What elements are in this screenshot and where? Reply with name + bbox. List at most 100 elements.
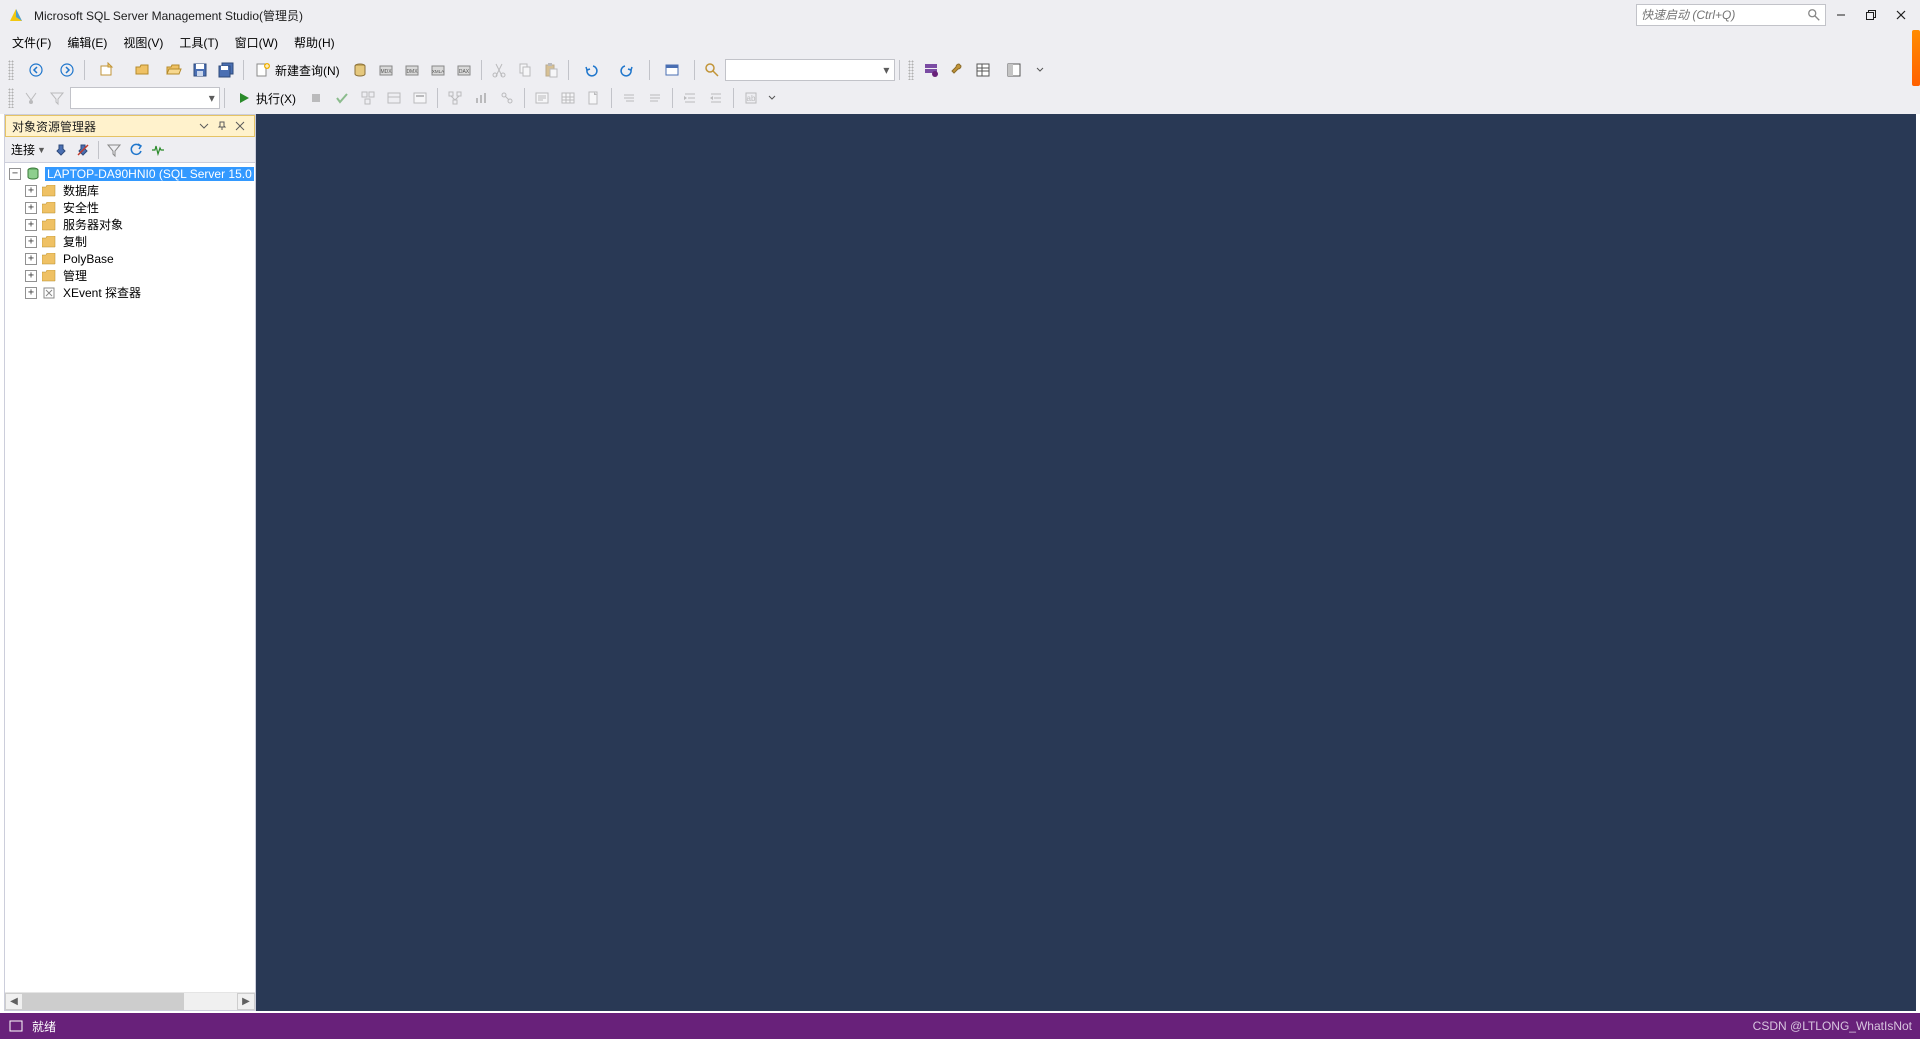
close-button[interactable] xyxy=(1886,4,1916,26)
include-live-plan-button[interactable] xyxy=(495,86,519,110)
open-dropdown-button[interactable] xyxy=(126,58,160,82)
menu-tools[interactable]: 工具(T) xyxy=(171,30,226,55)
panel-close-button[interactable] xyxy=(232,118,248,134)
tree-item-management[interactable]: + 管理 xyxy=(5,267,255,284)
dax-query-button[interactable]: DAX xyxy=(452,58,476,82)
include-plan-button[interactable] xyxy=(443,86,467,110)
database-input[interactable] xyxy=(71,91,205,105)
expand-icon[interactable]: + xyxy=(25,236,37,248)
titlebar: Microsoft SQL Server Management Studio(管… xyxy=(0,0,1920,30)
find-button[interactable] xyxy=(700,58,724,82)
filter-button[interactable] xyxy=(103,139,125,161)
pin-button[interactable] xyxy=(214,118,230,134)
uncomment-button[interactable] xyxy=(643,86,667,110)
toolbar-grip-2[interactable] xyxy=(908,60,914,80)
cut-button[interactable] xyxy=(487,58,511,82)
results-text-button[interactable] xyxy=(530,86,554,110)
menu-view[interactable]: 视图(V) xyxy=(115,30,171,55)
save-button[interactable] xyxy=(188,58,212,82)
tree-item-polybase[interactable]: + PolyBase xyxy=(5,250,255,267)
toolbar-overflow-1[interactable] xyxy=(1034,58,1046,82)
redo-button[interactable] xyxy=(610,58,644,82)
menu-help[interactable]: 帮助(H) xyxy=(286,30,343,55)
tree-item-server-objects[interactable]: + 服务器对象 xyxy=(5,216,255,233)
display-plan-button[interactable] xyxy=(356,86,380,110)
registered-servers-button[interactable] xyxy=(919,58,943,82)
scroll-right-button[interactable]: ▶ xyxy=(237,993,255,1010)
copy-button[interactable] xyxy=(513,58,537,82)
refresh-button[interactable] xyxy=(125,139,147,161)
outdent-button[interactable] xyxy=(704,86,728,110)
start-page-button[interactable] xyxy=(655,58,689,82)
database-combobox[interactable]: ▾ xyxy=(70,87,220,109)
nav-back-button[interactable] xyxy=(19,58,53,82)
intellisense-button[interactable] xyxy=(408,86,432,110)
paste-button[interactable] xyxy=(539,58,563,82)
live-stats-button[interactable] xyxy=(469,86,493,110)
connect-label[interactable]: 连接 xyxy=(9,141,37,158)
toolbar-grip[interactable] xyxy=(8,60,14,80)
tree-item-databases[interactable]: + 数据库 xyxy=(5,182,255,199)
restore-button[interactable] xyxy=(1856,4,1886,26)
find-input[interactable] xyxy=(726,63,879,77)
dmx-query-button[interactable]: DMX xyxy=(400,58,424,82)
disconnect-button[interactable] xyxy=(72,139,94,161)
object-tree[interactable]: − LAPTOP-DA90HNI0 (SQL Server 15.0 + 数据库… xyxy=(5,163,255,992)
new-query-button[interactable]: 新建查询(N) xyxy=(248,58,347,82)
scroll-thumb[interactable] xyxy=(23,993,184,1010)
expand-icon[interactable]: + xyxy=(25,287,37,299)
execute-button[interactable]: 执行(X) xyxy=(229,86,303,110)
xmla-query-button[interactable]: XMLA xyxy=(426,58,450,82)
indent-button[interactable] xyxy=(678,86,702,110)
toolbar-grip-3[interactable] xyxy=(8,88,14,108)
panel-header[interactable]: 对象资源管理器 xyxy=(5,115,255,137)
results-file-button[interactable] xyxy=(582,86,606,110)
tree-server-node[interactable]: − LAPTOP-DA90HNI0 (SQL Server 15.0 xyxy=(5,165,255,182)
open-file-button[interactable] xyxy=(162,58,186,82)
window-layout-button[interactable] xyxy=(997,58,1031,82)
expand-icon[interactable]: + xyxy=(25,270,37,282)
activity-monitor-button[interactable] xyxy=(147,139,169,161)
toolbox-button[interactable] xyxy=(945,58,969,82)
minimize-button[interactable] xyxy=(1826,4,1856,26)
quick-launch[interactable] xyxy=(1636,4,1826,26)
specify-template-button[interactable]: ab xyxy=(739,86,763,110)
expand-icon[interactable]: + xyxy=(25,185,37,197)
results-grid-button[interactable] xyxy=(556,86,580,110)
mdx-query-button[interactable]: MDX xyxy=(374,58,398,82)
find-combobox[interactable]: ▾ xyxy=(725,59,895,81)
database-engine-query-button[interactable] xyxy=(348,58,372,82)
undo-button[interactable] xyxy=(574,58,608,82)
chevron-down-icon[interactable]: ▼ xyxy=(37,145,46,155)
save-all-button[interactable] xyxy=(214,58,238,82)
expand-icon[interactable]: + xyxy=(25,253,37,265)
tree-item-replication[interactable]: + 复制 xyxy=(5,233,255,250)
parse-button[interactable] xyxy=(330,86,354,110)
svg-text:DAX: DAX xyxy=(459,69,470,75)
menu-window[interactable]: 窗口(W) xyxy=(227,30,286,55)
include-client-stats-button[interactable] xyxy=(19,86,43,110)
stop-button[interactable] xyxy=(304,86,328,110)
window-position-button[interactable] xyxy=(196,118,212,134)
quick-launch-input[interactable] xyxy=(1641,8,1807,22)
svg-text:DMX: DMX xyxy=(406,69,418,75)
expand-icon[interactable]: + xyxy=(25,219,37,231)
collapse-icon[interactable]: − xyxy=(9,168,21,180)
filter-button[interactable] xyxy=(45,86,69,110)
connect-button[interactable] xyxy=(50,139,72,161)
horizontal-scrollbar[interactable]: ◀ ▶ xyxy=(5,992,255,1010)
new-project-button[interactable] xyxy=(90,58,124,82)
toolbar-overflow-2[interactable] xyxy=(766,86,778,110)
tree-item-xevent[interactable]: + XEvent 探查器 xyxy=(5,284,255,301)
query-options-button[interactable] xyxy=(382,86,406,110)
tree-item-security[interactable]: + 安全性 xyxy=(5,199,255,216)
comment-button[interactable] xyxy=(617,86,641,110)
menu-file[interactable]: 文件(F) xyxy=(4,30,59,55)
main-document-area xyxy=(256,114,1916,1011)
expand-icon[interactable]: + xyxy=(25,202,37,214)
nav-forward-button[interactable] xyxy=(55,58,79,82)
menu-edit[interactable]: 编辑(E) xyxy=(59,30,115,55)
scroll-left-button[interactable]: ◀ xyxy=(5,993,23,1010)
scroll-track[interactable] xyxy=(23,993,237,1010)
properties-button[interactable] xyxy=(971,58,995,82)
